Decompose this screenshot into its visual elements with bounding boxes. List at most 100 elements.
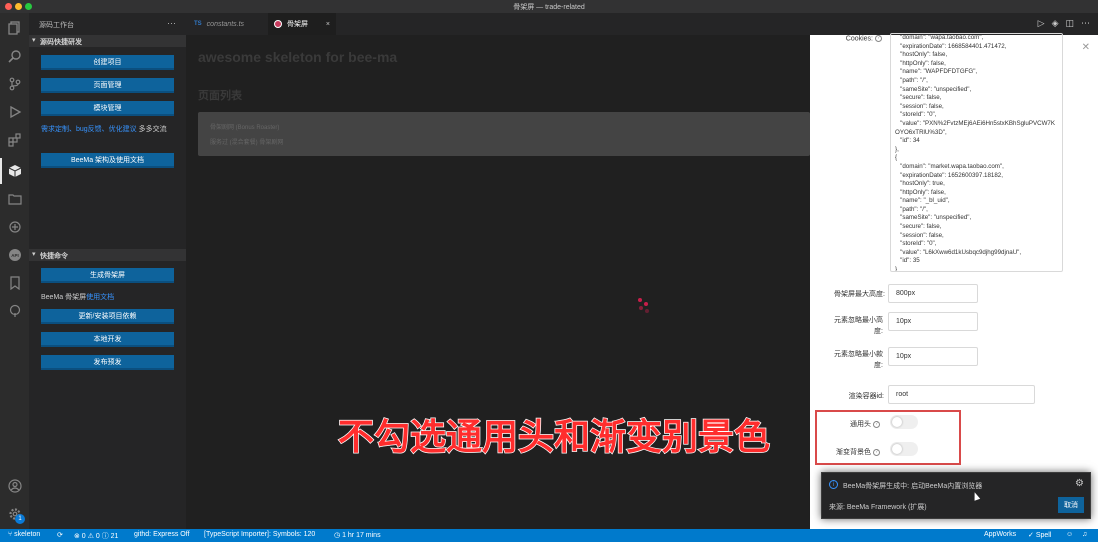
cookies-value: "domain": "wapa.taobao.com", "expiration… bbox=[895, 34, 1055, 272]
problems-item[interactable]: ⊗ 0 ⚠ 0 ⓘ 21 bbox=[74, 531, 118, 541]
sidebar-header: 源码工作台 ··· bbox=[29, 13, 186, 35]
api-icon[interactable]: API bbox=[6, 246, 23, 263]
run-icon[interactable]: ▷ bbox=[1038, 18, 1045, 29]
status-bar: ⑂ skeleton ⟳ ⊗ 0 ⚠ 0 ⓘ 21 githd: Express… bbox=[0, 529, 1098, 542]
notification-message: BeeMa骨架屏生成中: 启动BeeMa内置浏览器 bbox=[843, 483, 983, 490]
common-header-switch[interactable] bbox=[890, 415, 918, 429]
min-width-label-line1: 元素忽略最小款 bbox=[834, 351, 883, 358]
cookies-textarea[interactable]: "domain": "wapa.taobao.com", "expiration… bbox=[890, 33, 1063, 272]
section-title: 源码快捷研发 bbox=[40, 39, 82, 46]
skeleton-config-panel: ✕ Cookies:? "domain": "wapa.taobao.com",… bbox=[810, 33, 1098, 529]
feedback-suffix: 多多交流 bbox=[138, 126, 167, 133]
common-header-label: 通用头? bbox=[810, 419, 880, 429]
sync-icon[interactable]: ⟳ bbox=[57, 531, 63, 539]
help-icon[interactable]: ? bbox=[875, 35, 882, 42]
notification-toast: i BeeMa骨架屏生成中: 启动BeeMa内置浏览器 ⚙ 来源: BeeMa … bbox=[821, 472, 1091, 519]
tab-label: 骨架屏 bbox=[287, 21, 308, 28]
split-editor-icon[interactable]: ◫ bbox=[1065, 18, 1074, 29]
tab-label: constants.ts bbox=[206, 20, 245, 28]
container-id-input[interactable]: root bbox=[888, 385, 1035, 404]
docs-button[interactable]: BeeMa 架构及使用文档 bbox=[41, 153, 174, 168]
account-icon[interactable] bbox=[6, 477, 23, 494]
local-dev-button[interactable]: 本地开发 bbox=[41, 332, 174, 347]
notification-source: 来源: BeeMa Framework (扩展) bbox=[829, 504, 927, 511]
sidebar: 源码工作台 ··· ▾ 源码快捷研发 创建项目 页面管理 模块管理 需求定制、b… bbox=[29, 13, 186, 529]
page-title: awesome skeleton for bee-ma bbox=[198, 49, 398, 65]
folder-icon[interactable] bbox=[6, 190, 23, 207]
skeleton-doc-text: BeeMa 骨架屏使用文档 bbox=[41, 292, 181, 303]
active-indicator bbox=[0, 158, 2, 184]
settings-badge: 1 bbox=[15, 514, 25, 524]
editor-tabs: TS constants.ts 骨架屏 × ▷ ◈ ◫ ⋯ bbox=[186, 13, 1098, 35]
min-width-label-line2: 度: bbox=[874, 362, 883, 369]
skeleton-doc-link[interactable]: 使用文档 bbox=[86, 294, 114, 301]
window-title: 骨架屏 — trade-related bbox=[513, 4, 585, 11]
help-icon[interactable]: ? bbox=[873, 420, 880, 428]
publish-pre-button[interactable]: 发布预发 bbox=[41, 355, 174, 370]
beema-cube-icon[interactable] bbox=[6, 162, 23, 179]
sidebar-title: 源码工作台 bbox=[39, 22, 74, 29]
beema-action-icon[interactable]: ◈ bbox=[1052, 18, 1059, 29]
close-tab-icon[interactable]: × bbox=[326, 21, 330, 28]
min-height-label: 元素忽略最小高 度: bbox=[810, 315, 883, 337]
page-list-heading: 页面列表 bbox=[198, 90, 242, 102]
module-manage-button[interactable]: 模块管理 bbox=[41, 101, 174, 116]
feedback-link[interactable]: 需求定制、bug反馈、优化建议 bbox=[41, 126, 137, 133]
help-icon[interactable]: ? bbox=[873, 448, 880, 456]
card-line-2: 服务过 (混合套餐) 骨架剧网 bbox=[210, 140, 284, 146]
notification-settings-gear-icon[interactable]: ⚙ bbox=[1075, 478, 1084, 489]
ts-importer-item[interactable]: [TypeScript Importer]: Symbols: 120 bbox=[204, 531, 315, 538]
spell-text: Spell bbox=[1035, 532, 1052, 539]
extensions-icon[interactable] bbox=[6, 131, 23, 148]
run-debug-icon[interactable] bbox=[6, 103, 23, 120]
typescript-file-icon: TS bbox=[194, 21, 202, 27]
time-tracker-item[interactable]: ◷ 1 hr 17 mins bbox=[334, 531, 381, 539]
more-actions-icon[interactable]: ··· bbox=[167, 18, 176, 28]
max-height-input[interactable]: 800px bbox=[888, 284, 978, 303]
close-panel-icon[interactable]: ✕ bbox=[1082, 42, 1090, 53]
notifications-bell-icon[interactable]: ♫ bbox=[1082, 531, 1087, 538]
min-height-label-line2: 度: bbox=[874, 328, 883, 335]
vscode-window: 骨架屏 — trade-related API 1 源码工作台 ··· ▾ 源码… bbox=[0, 0, 1098, 542]
common-header-text: 通用头 bbox=[850, 421, 871, 428]
tab-skeleton[interactable]: 骨架屏 × bbox=[268, 13, 336, 35]
video-caption: 不勾选通用头和渐变别景色 bbox=[337, 415, 771, 458]
tree-icon[interactable] bbox=[6, 302, 23, 319]
explorer-icon[interactable] bbox=[6, 19, 23, 36]
githd-item[interactable]: githd: Express Off bbox=[134, 531, 190, 538]
cookies-label-text: Cookies: bbox=[845, 35, 873, 43]
max-height-label: 骨架屏最大高度: bbox=[834, 291, 885, 298]
container-id-label: 渲染容器id: bbox=[848, 393, 884, 400]
section-title: 快捷命令 bbox=[40, 253, 68, 260]
card-line-1: 骨架剧网 (Bonus Roaster) bbox=[210, 125, 280, 131]
gradient-bg-switch[interactable] bbox=[890, 442, 918, 456]
cancel-button[interactable]: 取消 bbox=[1058, 497, 1084, 513]
update-deps-button[interactable]: 更新/安装项目依赖 bbox=[41, 309, 174, 324]
more-actions-icon[interactable]: ⋯ bbox=[1081, 18, 1090, 29]
title-bar: 骨架屏 — trade-related bbox=[0, 0, 1098, 13]
tab-constants[interactable]: TS constants.ts bbox=[186, 13, 268, 35]
create-project-button[interactable]: 创建项目 bbox=[41, 55, 174, 70]
beema-logo-icon bbox=[274, 20, 282, 28]
feedback-text: 需求定制、bug反馈、优化建议 多多交流 bbox=[41, 124, 181, 135]
page-manage-button[interactable]: 页面管理 bbox=[41, 78, 174, 93]
section-quick-commands[interactable]: ▾ 快捷命令 bbox=[29, 249, 186, 261]
spell-item[interactable]: ✓ Spell bbox=[1028, 531, 1051, 539]
activity-bar: API 1 bbox=[0, 13, 29, 529]
time-value: 1 hr 17 mins bbox=[342, 532, 381, 539]
search-icon[interactable] bbox=[6, 47, 23, 64]
cookies-label: Cookies:? bbox=[830, 35, 882, 42]
source-control-icon[interactable] bbox=[6, 75, 23, 92]
branch-item[interactable]: ⑂ skeleton bbox=[8, 531, 40, 538]
feedback-icon[interactable]: ☺ bbox=[1066, 531, 1073, 538]
branch-name: skeleton bbox=[14, 531, 41, 538]
generate-skeleton-button[interactable]: 生成骨架屏 bbox=[41, 268, 174, 283]
min-width-input[interactable]: 10px bbox=[888, 347, 978, 366]
appworks-item[interactable]: AppWorks bbox=[984, 531, 1016, 538]
chevron-down-icon: ▾ bbox=[32, 251, 36, 258]
section-source-dev[interactable]: ▾ 源码快捷研发 bbox=[29, 35, 186, 47]
remote-icon[interactable] bbox=[6, 218, 23, 235]
bookmark-icon[interactable] bbox=[6, 274, 23, 291]
page-card[interactable]: 骨架剧网 (Bonus Roaster) 服务过 (混合套餐) 骨架剧网 bbox=[198, 112, 810, 156]
min-height-input[interactable]: 10px bbox=[888, 312, 978, 331]
